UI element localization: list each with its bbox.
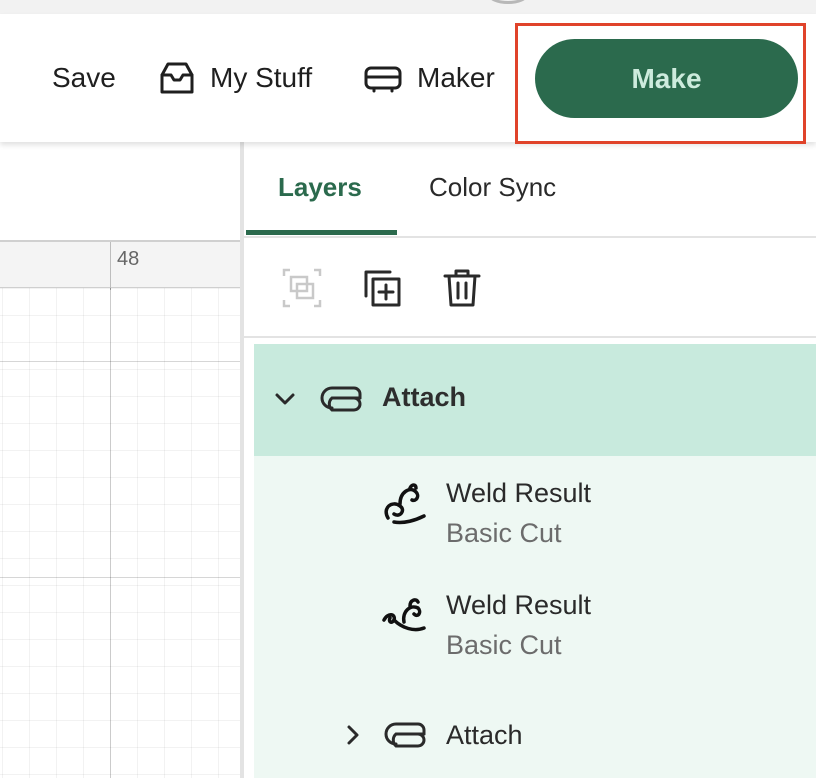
design-canvas[interactable]: 48 (0, 142, 240, 778)
attach-icon (384, 722, 428, 753)
flourish-thumbnail-icon (380, 480, 430, 533)
save-label: Save (52, 62, 116, 93)
layer-item[interactable]: Weld Result Basic Cut (254, 572, 816, 680)
layer-tools (244, 238, 816, 338)
duplicate-icon[interactable] (360, 266, 404, 310)
layer-name: Weld Result (446, 478, 592, 508)
layer-operation: Basic Cut (446, 630, 562, 660)
make-button[interactable]: Make (535, 39, 798, 118)
attach-group-row[interactable]: Attach (254, 344, 816, 456)
inbox-icon (158, 61, 196, 95)
trash-icon[interactable] (440, 266, 484, 310)
tab-layers[interactable]: Layers (278, 172, 362, 203)
attach-group-label: Attach (382, 382, 467, 412)
group-icon[interactable] (280, 266, 324, 310)
ruler-tick (110, 242, 111, 290)
attach-subgroup-row[interactable]: Attach (254, 704, 816, 778)
top-knob (488, 0, 528, 4)
flourish-thumbnail-icon (380, 592, 430, 645)
attach-icon (320, 386, 364, 417)
my-stuff-button[interactable]: My Stuff (158, 14, 312, 142)
layer-item[interactable]: Weld Result Basic Cut (254, 460, 816, 568)
layers-list: Attach Weld Result Basic Cut Weld Result… (254, 344, 816, 778)
canvas-grid[interactable] (0, 288, 240, 778)
layer-operation: Basic Cut (446, 518, 562, 548)
attach-subgroup-label: Attach (446, 720, 523, 750)
ruler-label: 48 (117, 248, 140, 270)
layers-panel: Layers Color Sync Attach Weld Result Bas… (244, 142, 816, 778)
tab-color-sync[interactable]: Color Sync (429, 172, 556, 203)
panel-tabs: Layers Color Sync (244, 142, 816, 238)
make-label: Make (631, 62, 702, 94)
layer-name: Weld Result (446, 590, 592, 620)
horizontal-ruler: 48 (0, 240, 240, 290)
maker-button[interactable]: Maker (363, 14, 495, 142)
active-tab-indicator (246, 230, 397, 235)
my-stuff-label: My Stuff (210, 62, 313, 93)
top-toolbar: Save My Stuff Maker Make (0, 14, 816, 144)
save-button[interactable]: Save (52, 14, 116, 142)
chevron-down-icon[interactable] (272, 386, 298, 417)
machine-icon (363, 63, 403, 93)
chevron-right-icon[interactable] (340, 722, 366, 753)
maker-label: Maker (417, 62, 495, 93)
top-strip (0, 0, 816, 14)
